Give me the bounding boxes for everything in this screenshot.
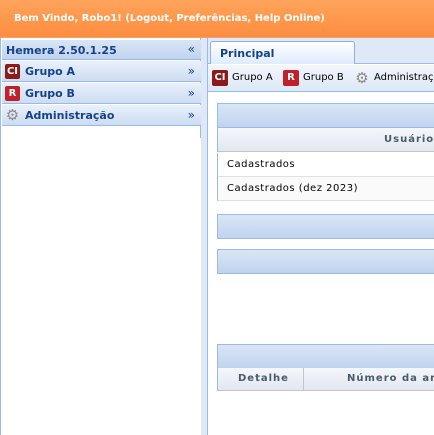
toolbar: CI Grupo A R Grupo B ⚙ Administração bbox=[208, 65, 434, 92]
column-separator[interactable] bbox=[303, 368, 304, 391]
column-header-detalhe[interactable]: Detalhe bbox=[238, 373, 289, 384]
content-area: Usuários Cadastrados Cadastrados (dez 20… bbox=[208, 92, 434, 435]
table-row[interactable]: Cadastrados bbox=[217, 153, 434, 177]
tab-principal[interactable]: Principal bbox=[210, 41, 355, 64]
table-row[interactable]: Cadastrados (dez 2023) bbox=[217, 177, 434, 201]
gear-icon: ⚙ bbox=[355, 69, 369, 87]
toolbar-button-label: Grupo A bbox=[232, 72, 273, 83]
panel-header bbox=[217, 249, 434, 274]
gear-icon: ⚙ bbox=[5, 106, 20, 124]
sidebar-item-label: Administração bbox=[25, 109, 115, 122]
toolbar-button-label: Administração bbox=[374, 72, 434, 83]
ci-icon: CI bbox=[212, 70, 228, 86]
collapse-icon[interactable]: « bbox=[188, 42, 195, 56]
top-header-bar: Bem Vindo, Robo1! (Logout, Preferências,… bbox=[0, 0, 434, 38]
sidebar-item-label: Grupo B bbox=[25, 87, 75, 100]
row-label: Cadastrados bbox=[227, 159, 296, 170]
ci-icon: CI bbox=[5, 64, 20, 79]
expand-icon[interactable]: » bbox=[188, 108, 195, 122]
app-version-title: Hemera 2.50.1.25 bbox=[6, 44, 117, 57]
expand-icon[interactable]: » bbox=[188, 86, 195, 100]
r-icon: R bbox=[5, 86, 20, 101]
r-icon: R bbox=[283, 70, 299, 86]
panel-usuarios-header bbox=[217, 103, 434, 128]
panel-table-header bbox=[217, 344, 434, 369]
sidebar-item-grupo-b[interactable]: R Grupo B » bbox=[2, 83, 201, 104]
usuarios-column-header[interactable]: Usuários bbox=[217, 128, 434, 152]
sidebar-body bbox=[2, 138, 201, 435]
panel-header bbox=[217, 214, 434, 239]
column-header-numero[interactable]: Número da an bbox=[347, 373, 434, 384]
table-column-header-row: Detalhe Número da an bbox=[217, 368, 434, 391]
main-panel: Principal CI Grupo A R Grupo B ⚙ Adminis… bbox=[207, 38, 434, 435]
sidebar-item-administracao[interactable]: ⚙ Administração » bbox=[2, 105, 201, 126]
column-header-label: Usuários bbox=[384, 134, 434, 145]
welcome-text[interactable]: Bem Vindo, Robo1! (Logout, Preferências,… bbox=[14, 13, 325, 24]
sidebar-item-label: Grupo A bbox=[25, 65, 76, 78]
sidebar-header: Hemera 2.50.1.25 « bbox=[2, 40, 201, 60]
sidebar-item-grupo-a[interactable]: CI Grupo A » bbox=[2, 61, 201, 82]
tab-strip: Principal bbox=[208, 38, 434, 64]
tab-label: Principal bbox=[220, 47, 275, 60]
expand-icon[interactable]: » bbox=[188, 64, 195, 78]
row-label: Cadastrados (dez 2023) bbox=[227, 183, 358, 194]
sidebar: Hemera 2.50.1.25 « CI Grupo A » R Grupo … bbox=[0, 38, 201, 435]
toolbar-button-label: Grupo B bbox=[303, 72, 344, 83]
